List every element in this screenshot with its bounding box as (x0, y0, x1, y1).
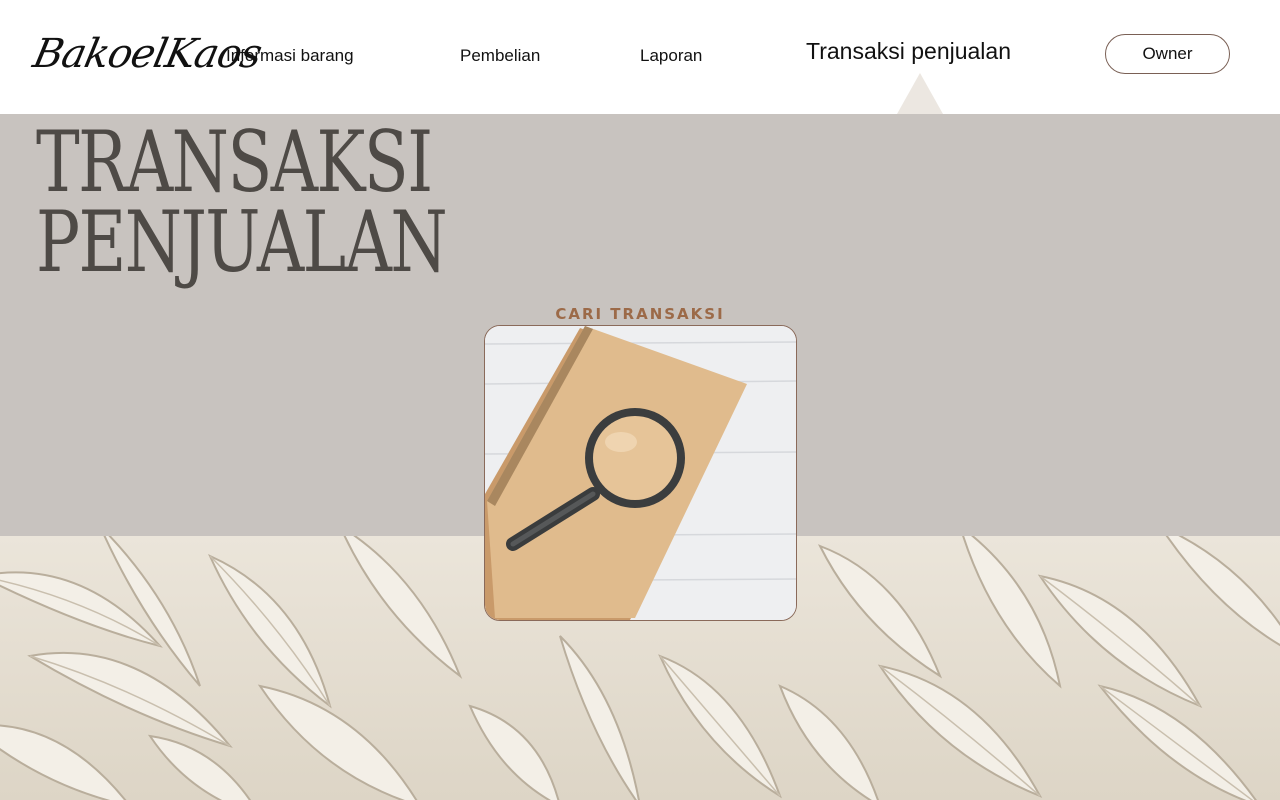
top-navbar: BakoelKaos Informasi barang Pembelian La… (0, 0, 1280, 114)
nav-item-transaksi-penjualan[interactable]: Transaksi penjualan (806, 38, 1011, 65)
nav-item-pembelian[interactable]: Pembelian (460, 46, 540, 66)
brand-logo[interactable]: BakoelKaos (25, 14, 265, 94)
page-title-line-2: PENJUALAN (36, 193, 448, 291)
active-nav-indicator (897, 73, 943, 114)
nav-item-laporan[interactable]: Laporan (640, 46, 702, 66)
nav-item-informasi-barang[interactable]: Informasi barang (226, 46, 354, 66)
search-transaction-label: CARI TRANSAKSI (555, 305, 725, 323)
magnifying-glass-icon (485, 326, 796, 620)
page-title: TRANSAKSI PENJUALAN (36, 113, 504, 291)
search-transaction-card[interactable] (484, 325, 797, 621)
owner-button[interactable]: Owner (1105, 34, 1230, 74)
owner-button-label: Owner (1142, 44, 1193, 63)
page-title-line-1: TRANSAKSI (36, 113, 433, 211)
